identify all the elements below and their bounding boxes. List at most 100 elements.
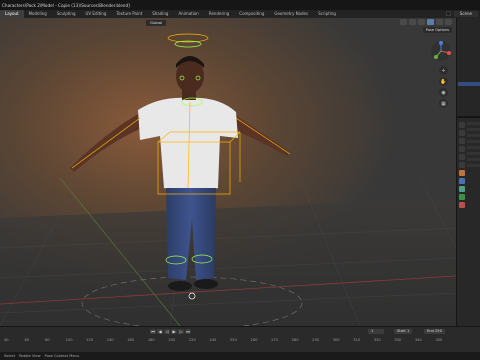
- world-icon[interactable]: [459, 162, 465, 168]
- zoom-icon[interactable]: +: [439, 66, 448, 75]
- tab-animation[interactable]: Animation: [173, 10, 203, 18]
- rendered-shading-icon[interactable]: [445, 19, 452, 25]
- wireframe-shading-icon[interactable]: [418, 19, 425, 25]
- material-icon[interactable]: [459, 202, 465, 208]
- properties-editor: [456, 18, 480, 326]
- modifier-icon[interactable]: [459, 178, 465, 184]
- timeline-ruler[interactable]: 40 60 80 100 120 140 160 180 200 220 240 250 260 270 2…: [0, 336, 456, 352]
- outliner[interactable]: [457, 18, 480, 118]
- xray-toggle-icon[interactable]: [409, 19, 416, 25]
- end-label: End: [427, 329, 434, 333]
- property-field[interactable]: [467, 152, 480, 155]
- property-field[interactable]: [467, 140, 480, 143]
- ruler-tick: 280: [291, 338, 299, 342]
- ruler-tick: 290: [312, 338, 320, 342]
- ruler-tick: 270: [271, 338, 278, 342]
- navigation-gizmo-icon[interactable]: [430, 40, 452, 62]
- ruler-tick: 160: [127, 338, 135, 342]
- ruler-tick: 240: [209, 338, 217, 342]
- tool-icon[interactable]: [459, 122, 465, 128]
- timeline-controls: ⏮ ◀ ◁ ▶ ▷ ⏭ 1 Start 1 End 250: [0, 328, 480, 335]
- viewport-scene: [0, 18, 456, 326]
- property-field[interactable]: [467, 158, 480, 161]
- ruler-tick: 340: [414, 338, 422, 342]
- ruler-tick: 100: [65, 338, 73, 342]
- property-field[interactable]: [467, 134, 480, 137]
- ruler-tick: 350: [435, 338, 443, 342]
- title-bar: Characters\Pack 2\Model - Copie (13)\Sou…: [0, 0, 480, 10]
- tab-shading[interactable]: Shading: [147, 10, 173, 18]
- output-icon[interactable]: [459, 138, 465, 144]
- tab-compositing[interactable]: Compositing: [234, 10, 269, 18]
- overlay-toggle-icon[interactable]: [400, 19, 407, 25]
- jump-end-icon[interactable]: ⏭: [185, 329, 191, 334]
- ruler-tick: 310: [353, 338, 361, 342]
- start-frame-label[interactable]: Start 1: [394, 329, 413, 334]
- status-select: Select: [4, 354, 16, 358]
- ruler-tick: 320: [373, 338, 381, 342]
- end-value: 250: [435, 329, 442, 333]
- jump-start-icon[interactable]: ⏮: [150, 329, 156, 334]
- ruler-tick: 180: [147, 338, 155, 342]
- window-title: Characters\Pack 2\Model - Copie (13)\Sou…: [2, 2, 130, 8]
- ruler-tick: 60: [24, 338, 30, 342]
- play-icon[interactable]: ▶: [171, 329, 177, 334]
- playback-controls: ⏮ ◀ ◁ ▶ ▷ ⏭: [150, 329, 191, 334]
- properties-tabs: [459, 122, 466, 210]
- material-shading-icon[interactable]: [436, 19, 443, 25]
- property-field[interactable]: [467, 146, 480, 149]
- scene-selector[interactable]: Scene: [453, 11, 478, 17]
- scene-props-icon[interactable]: [459, 154, 465, 160]
- outliner-row-selected[interactable]: [458, 82, 480, 86]
- start-label: Start: [397, 329, 406, 333]
- physics-icon[interactable]: [459, 186, 465, 192]
- pose-options-dropdown[interactable]: Pose Options: [422, 27, 452, 33]
- outliner-row[interactable]: [458, 34, 480, 38]
- render-icon[interactable]: [459, 130, 465, 136]
- end-frame-label[interactable]: End 250: [424, 329, 445, 334]
- ruler-tick: 300: [332, 338, 340, 342]
- tab-geometry-nodes[interactable]: Geometry Nodes: [269, 10, 313, 18]
- ruler-tick: 220: [188, 338, 196, 342]
- tab-layout[interactable]: Layout: [0, 10, 24, 18]
- properties-body: [467, 122, 480, 322]
- view-layer-icon[interactable]: [459, 146, 465, 152]
- next-keyframe-icon[interactable]: ▷: [178, 329, 184, 334]
- solid-shading-icon[interactable]: [427, 19, 434, 25]
- status-context-menu: Pose Context Menu: [44, 354, 80, 358]
- ruler-tick: 140: [106, 338, 114, 342]
- status-bar: Select Rotate View Pose Context Menu: [0, 352, 480, 360]
- ruler-tick: 200: [168, 338, 176, 342]
- play-reverse-icon[interactable]: ◁: [164, 329, 170, 334]
- workspace-tabs-bar: Layout Modeling Sculpting UV Editing Tex…: [0, 10, 480, 18]
- viewport-header: Global: [0, 18, 456, 27]
- camera-view-icon[interactable]: ◉: [439, 88, 448, 97]
- property-field[interactable]: [467, 122, 480, 125]
- property-field[interactable]: [467, 128, 480, 131]
- tab-modeling[interactable]: Modeling: [24, 10, 52, 18]
- ruler-tick: 330: [394, 338, 402, 342]
- transform-orientation-dropdown[interactable]: Global: [146, 19, 167, 26]
- perspective-grid-icon[interactable]: ▦: [439, 99, 448, 108]
- 3d-viewport[interactable]: Global Pose Options + ✋ ◉ ▦: [0, 18, 456, 326]
- viewport-shading-toolbar: [400, 19, 452, 25]
- tab-texture-paint[interactable]: Texture Paint: [111, 10, 147, 18]
- outliner-row[interactable]: [458, 28, 480, 32]
- prev-keyframe-icon[interactable]: ◀: [157, 329, 163, 334]
- status-rotate: Rotate View: [19, 354, 41, 358]
- tab-scripting[interactable]: Scripting: [313, 10, 341, 18]
- tab-uv-editing[interactable]: UV Editing: [81, 10, 112, 18]
- tab-rendering[interactable]: Rendering: [204, 10, 234, 18]
- pan-hand-icon[interactable]: ✋: [439, 77, 448, 86]
- armature-data-icon[interactable]: [459, 194, 465, 200]
- ruler-tick: 40: [4, 338, 9, 342]
- current-frame-field[interactable]: 1: [368, 329, 384, 334]
- scene-icon[interactable]: ⬚: [446, 11, 451, 17]
- ruler-tick: 120: [86, 338, 94, 342]
- tab-sculpting[interactable]: Sculpting: [52, 10, 81, 18]
- object-props-icon[interactable]: [459, 170, 465, 176]
- ruler-tick: 250: [230, 338, 237, 342]
- property-field[interactable]: [467, 164, 480, 167]
- ruler-tick: 80: [45, 338, 50, 342]
- timeline: ⏮ ◀ ◁ ▶ ▷ ⏭ 1 Start 1 End 250 40 60 80 100 1…: [0, 326, 480, 352]
